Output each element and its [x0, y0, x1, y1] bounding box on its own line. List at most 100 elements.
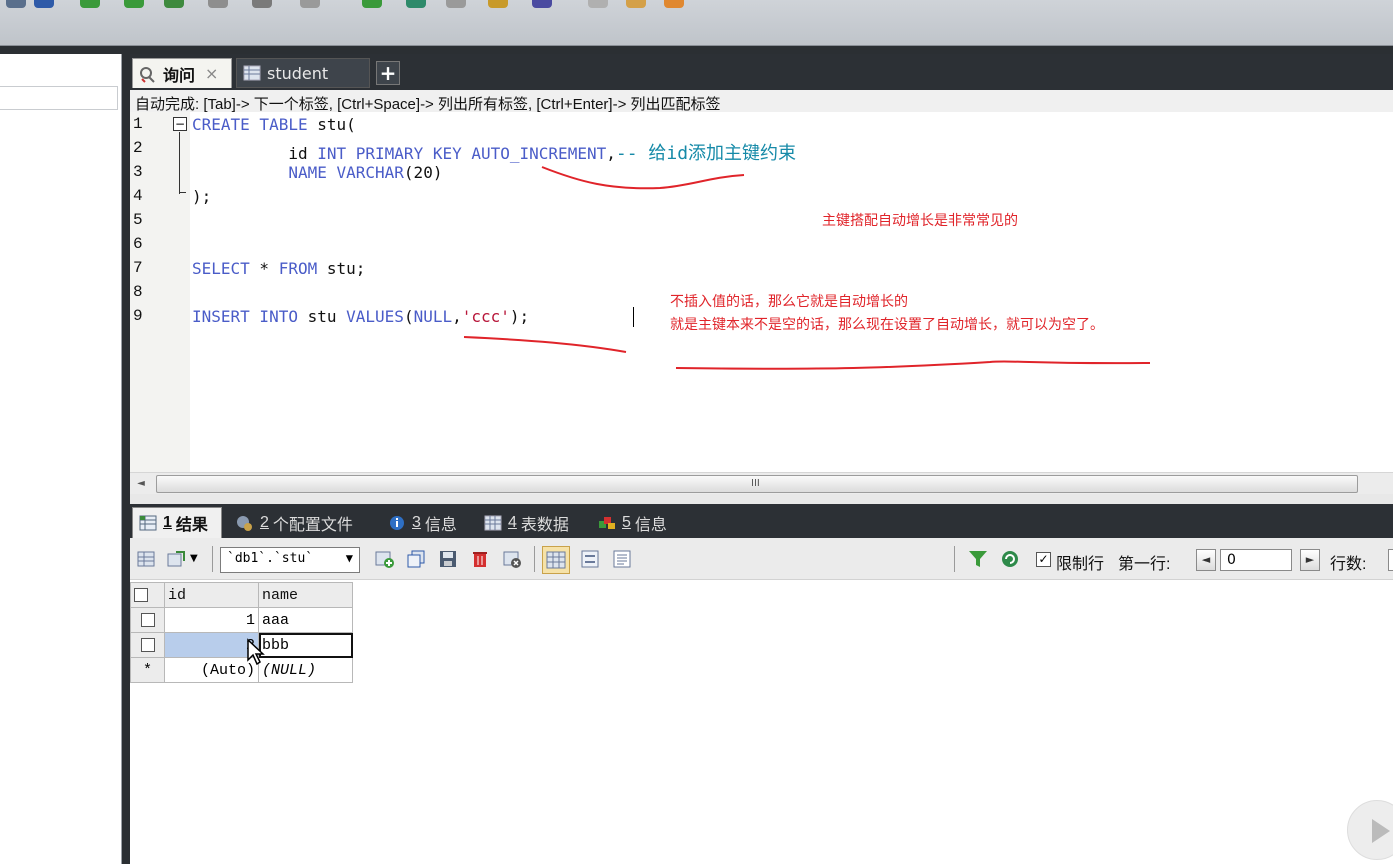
data-table: id name 1 aaa 2 bbb * (Auto) (NULL) — [130, 582, 353, 683]
next-page-button[interactable]: ► — [1300, 549, 1320, 571]
refresh-icon[interactable] — [1000, 549, 1020, 569]
annotation-underlines — [463, 166, 1151, 370]
cancel-changes-icon[interactable] — [502, 549, 522, 569]
table-row[interactable]: 1 aaa — [130, 607, 353, 633]
profile-icon — [236, 514, 254, 532]
query-icon — [139, 65, 157, 83]
cell-name[interactable]: aaa — [258, 607, 353, 633]
table-select[interactable]: `db1`.`stu` ▼ — [220, 547, 360, 573]
form-view-icon[interactable] — [580, 549, 600, 569]
editor-hscrollbar[interactable]: ◄ III — [130, 472, 1393, 494]
text-view-icon[interactable] — [612, 549, 632, 569]
cell-name[interactable]: (NULL) — [258, 657, 353, 683]
row-checkbox[interactable] — [140, 612, 155, 627]
toolbar-separator — [954, 546, 955, 572]
select-all-checkbox[interactable] — [134, 587, 148, 602]
object-browser — [0, 54, 122, 864]
tab-result[interactable]: 1 结果 — [132, 507, 222, 538]
toolbar-divider — [0, 46, 1393, 54]
tab-messages[interactable]: 3 信息 — [382, 507, 457, 538]
close-icon[interactable]: × — [205, 64, 218, 83]
tab-student[interactable]: student — [236, 58, 370, 88]
export-icon[interactable] — [136, 549, 156, 569]
toolbar-icon[interactable] — [80, 0, 100, 8]
toolbar-icon[interactable] — [664, 0, 684, 8]
panel-splitter[interactable] — [122, 54, 130, 864]
tab-info[interactable]: 5 信息 — [592, 507, 667, 538]
mouse-pointer-icon — [247, 638, 265, 666]
toolbar-icon[interactable] — [34, 0, 54, 8]
new-row-marker: * — [130, 657, 165, 683]
toolbar-icon[interactable] — [124, 0, 144, 8]
duplicate-row-icon[interactable] — [406, 549, 426, 569]
sqlyog-window: 询问 × student + 自动完成: [Tab]-> 下一个标签, [Ctr… — [0, 0, 1393, 864]
chevron-down-icon: ▼ — [345, 551, 353, 565]
toolbar-icon[interactable] — [252, 0, 272, 8]
limit-rows-label: 限制行 — [1056, 556, 1105, 573]
toolbar-icon[interactable] — [532, 0, 552, 8]
copy-rows-icon[interactable] — [166, 549, 186, 569]
underline-stroke — [541, 166, 745, 190]
first-row-label: 第一行: — [1118, 556, 1171, 573]
cell-id[interactable]: (Auto) — [164, 657, 259, 683]
info-blocks-icon — [598, 514, 616, 532]
insert-row-icon[interactable] — [374, 549, 394, 569]
toolbar-icon[interactable] — [588, 0, 608, 8]
add-tab-button[interactable]: + — [376, 61, 400, 85]
table-select-value: `db1`.`stu` — [227, 551, 314, 566]
tab-profiler[interactable]: 2 个配置文件 — [230, 507, 353, 538]
row-selector[interactable] — [130, 607, 165, 633]
tab-number: 3 — [412, 513, 421, 531]
tab-label: 信息 — [424, 516, 457, 534]
tab-number: 1 — [163, 514, 172, 531]
toolbar-icon[interactable] — [406, 0, 426, 8]
tab-number: 4 — [508, 513, 517, 531]
toolbar-icon[interactable] — [164, 0, 184, 8]
toolbar-icon[interactable] — [208, 0, 228, 8]
column-header-name[interactable]: name — [258, 582, 353, 608]
toolbar-icon[interactable] — [446, 0, 466, 8]
tab-label: 表数据 — [520, 516, 569, 534]
delete-icon[interactable] — [470, 549, 490, 569]
row-checkbox[interactable] — [140, 637, 155, 652]
tab-label: 个配置文件 — [272, 516, 353, 534]
scroll-left-icon[interactable]: ◄ — [134, 476, 148, 492]
chevron-down-icon[interactable]: ▼ — [190, 549, 202, 569]
scroll-thumb[interactable]: III — [156, 475, 1358, 493]
table-row[interactable]: 2 bbb — [130, 632, 353, 658]
prev-page-button[interactable]: ◄ — [1196, 549, 1216, 571]
row-selector[interactable] — [130, 632, 165, 658]
tab-query[interactable]: 询问 × — [132, 58, 232, 88]
cell-id[interactable]: 2 — [164, 632, 259, 658]
pane-splitter[interactable] — [130, 494, 1393, 504]
limit-rows-checkbox[interactable]: ✓ — [1036, 552, 1051, 567]
row-count-input[interactable] — [1388, 549, 1393, 571]
tab-number: 5 — [622, 513, 631, 531]
toolbar-separator — [212, 546, 213, 572]
table-new-row[interactable]: * (Auto) (NULL) — [130, 657, 353, 683]
main-toolbar — [0, 0, 1393, 46]
cell-name[interactable]: bbb — [258, 632, 353, 658]
sql-editor[interactable]: 1 2 3 4 5 6 7 8 9 − CREATE TABLE stu( id… — [130, 112, 1393, 472]
tab-table-data[interactable]: 4 表数据 — [478, 507, 569, 538]
toolbar-icon[interactable] — [488, 0, 508, 8]
tab-number: 2 — [260, 513, 269, 531]
result-grid-icon — [139, 514, 157, 532]
editor-tabbar: 询问 × student + — [130, 54, 1393, 90]
table-data-icon — [484, 514, 502, 532]
scroll-grip: III — [751, 478, 760, 489]
save-icon[interactable] — [438, 549, 458, 569]
filter-icon[interactable] — [968, 549, 988, 569]
toolbar-icon[interactable] — [626, 0, 646, 8]
toolbar-icon[interactable] — [6, 0, 26, 8]
toolbar-icon[interactable] — [300, 0, 320, 8]
cell-id[interactable]: 1 — [164, 607, 259, 633]
first-row-input[interactable]: 0 — [1220, 549, 1292, 571]
object-filter-input[interactable] — [0, 86, 118, 110]
toolbar-icon[interactable] — [362, 0, 382, 8]
select-all-cell[interactable] — [130, 582, 165, 608]
row-count-label: 行数: — [1330, 556, 1367, 573]
info-icon — [388, 514, 406, 532]
grid-view-icon[interactable] — [542, 546, 570, 574]
column-header-id[interactable]: id — [164, 582, 259, 608]
